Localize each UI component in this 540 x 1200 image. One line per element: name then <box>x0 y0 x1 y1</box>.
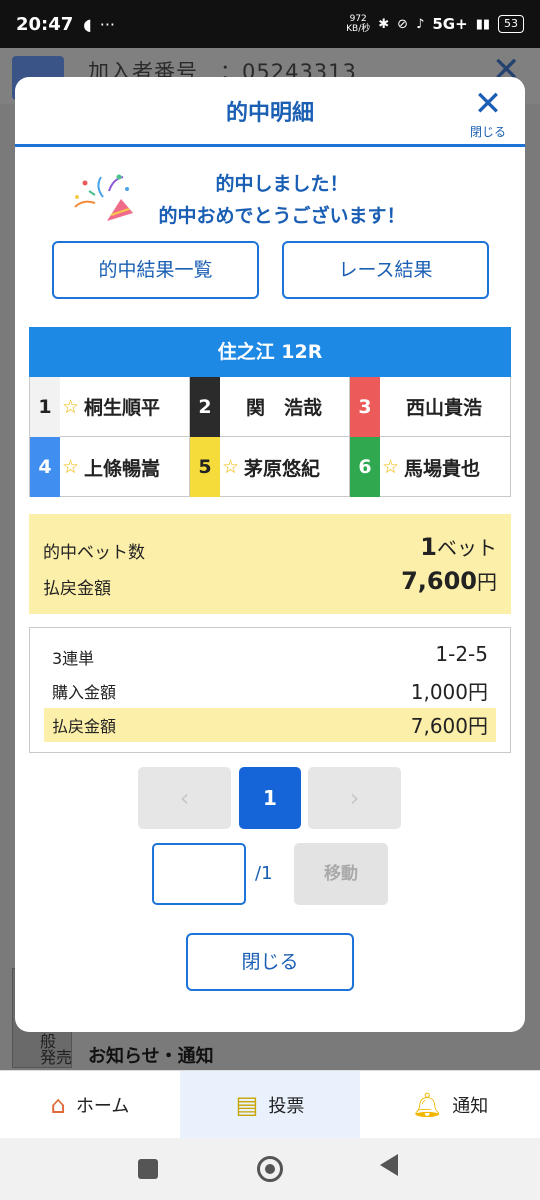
bet-count-label: 的中ベット数 <box>43 543 145 563</box>
page-number-input[interactable] <box>152 843 246 905</box>
app-notification-icon: ◖ <box>83 14 92 34</box>
racer-number: 2 <box>190 376 220 437</box>
hit-results-list-button[interactable]: 的中結果一覧 <box>52 241 259 299</box>
close-button[interactable]: 閉じる <box>186 933 354 991</box>
race-results-button[interactable]: レース結果 <box>282 241 489 299</box>
status-time: 20:47 <box>16 13 74 35</box>
nav-notify[interactable]: 🔔︎ 通知 <box>360 1071 540 1138</box>
racer-4: 4 ☆ 上條暢嵩 <box>30 437 190 497</box>
racer-number: 5 <box>190 437 220 497</box>
racer-number: 1 <box>30 376 60 437</box>
close-label: 閉じる <box>469 125 506 139</box>
bet-type-label: 3連単 <box>52 649 95 668</box>
signal-icon: ▮▮ <box>475 16 490 32</box>
home-system-icon[interactable] <box>257 1156 283 1182</box>
racer-name: 茅原悠紀 <box>244 457 321 480</box>
background-text-2: 発売 <box>40 1048 73 1067</box>
racer-2: 2 関 浩哉 <box>190 376 350 437</box>
purchase-label: 購入金額 <box>52 683 117 702</box>
racer-name: 西山貴浩 <box>405 397 482 419</box>
nav-home-label: ホーム <box>75 1095 130 1117</box>
bottom-nav: ⌂ ホーム ▤ 投票 🔔︎ 通知 <box>0 1070 540 1138</box>
racer-number: 4 <box>30 437 60 497</box>
racer-grid: 1 ☆ 桐生順平 2 関 浩哉 3 西山貴浩 4 ☆ 上條暢嵩 5 ☆ 茅原悠紀… <box>29 376 511 497</box>
modal-header: 的中明細 ✕ 閉じる <box>15 77 525 147</box>
mute-icon: ♪ <box>416 16 425 32</box>
move-button[interactable]: 移動 <box>294 843 388 905</box>
racer-number: 3 <box>350 376 380 437</box>
bet-detail: 3連単 1-2-5 購入金額 1,000円 払戻金額 7,600円 <box>29 627 511 753</box>
bet-type-value: 1-2-5 <box>435 642 488 666</box>
ticket-icon: ▤ <box>235 1090 259 1119</box>
star-icon: ☆ <box>62 456 80 478</box>
purchase-value: 1,000円 <box>410 680 488 704</box>
racer-number: 6 <box>350 437 380 497</box>
network-type: 5G+ <box>432 15 468 33</box>
close-icon: ✕ <box>473 84 503 124</box>
battery-icon: 53 <box>498 15 524 33</box>
nav-vote-label: 投票 <box>268 1095 305 1117</box>
next-page-button[interactable]: › <box>308 767 401 829</box>
system-nav-bar <box>0 1138 540 1200</box>
star-icon: ☆ <box>222 456 240 478</box>
current-page-button[interactable]: 1 <box>239 767 301 829</box>
modal-title: 的中明細 <box>225 101 314 126</box>
purchase-row: 購入金額 1,000円 <box>44 674 496 708</box>
back-icon[interactable] <box>380 1154 398 1176</box>
racer-6: 6 ☆ 馬場貴也 <box>350 437 510 497</box>
nav-home[interactable]: ⌂ ホーム <box>0 1071 180 1138</box>
nav-notify-label: 通知 <box>452 1095 489 1117</box>
nav-vote[interactable]: ▤ 投票 <box>180 1071 360 1138</box>
detail-payout-label: 払戻金額 <box>52 717 117 736</box>
payout-value: 7,600円 <box>401 567 497 595</box>
notice-heading: お知らせ・通知 <box>88 1046 214 1067</box>
payout-row: 払戻金額 7,600円 <box>44 708 496 742</box>
racer-name: 馬場貴也 <box>404 457 481 480</box>
racer-5: 5 ☆ 茅原悠紀 <box>190 437 350 497</box>
link-icon: ⊘ <box>397 16 409 32</box>
bluetooth-icon: ✱ <box>378 16 390 32</box>
bell-icon: 🔔︎ <box>411 1090 443 1119</box>
page-total: /1 <box>255 863 273 884</box>
modal-close-button[interactable]: ✕ 閉じる <box>465 87 511 143</box>
bet-count-value: 1ベット <box>420 533 497 561</box>
status-bar: 20:47 ◖ ··· 972 KB/秒 ✱ ⊘ ♪ 5G+ ▮▮ 53 <box>0 0 540 48</box>
prev-page-button[interactable]: ‹ <box>138 767 231 829</box>
star-icon: ☆ <box>62 395 80 418</box>
congrats-line-2: 的中おめでとうございます！ <box>158 205 406 227</box>
home-icon: ⌂ <box>50 1090 66 1119</box>
racer-name: 桐生順平 <box>84 397 161 419</box>
congrats-message: 的中しました！ 的中おめでとうございます！ <box>15 167 525 227</box>
congrats-line-1: 的中しました！ <box>215 173 349 195</box>
network-speed: 972 KB/秒 <box>346 14 371 34</box>
racer-3: 3 西山貴浩 <box>350 376 510 437</box>
hit-detail-modal: 的中明細 ✕ 閉じる 的中しました！ 的中おめでとうございます！ 的中結果一覧 … <box>15 77 525 1032</box>
racer-name: 関 浩哉 <box>245 397 322 419</box>
race-title: 住之江 12R <box>29 327 511 377</box>
recents-icon[interactable] <box>138 1159 158 1179</box>
bet-type-row: 3連単 1-2-5 <box>44 640 496 674</box>
payout-label: 払戻金額 <box>43 579 111 599</box>
hit-summary: 的中ベット数 1ベット 払戻金額 7,600円 <box>29 514 511 614</box>
star-icon: ☆ <box>382 456 400 478</box>
detail-payout-value: 7,600円 <box>410 714 488 738</box>
racer-1: 1 ☆ 桐生順平 <box>30 376 190 437</box>
more-notifications-icon: ··· <box>99 14 115 34</box>
racer-name: 上條暢嵩 <box>84 457 161 480</box>
